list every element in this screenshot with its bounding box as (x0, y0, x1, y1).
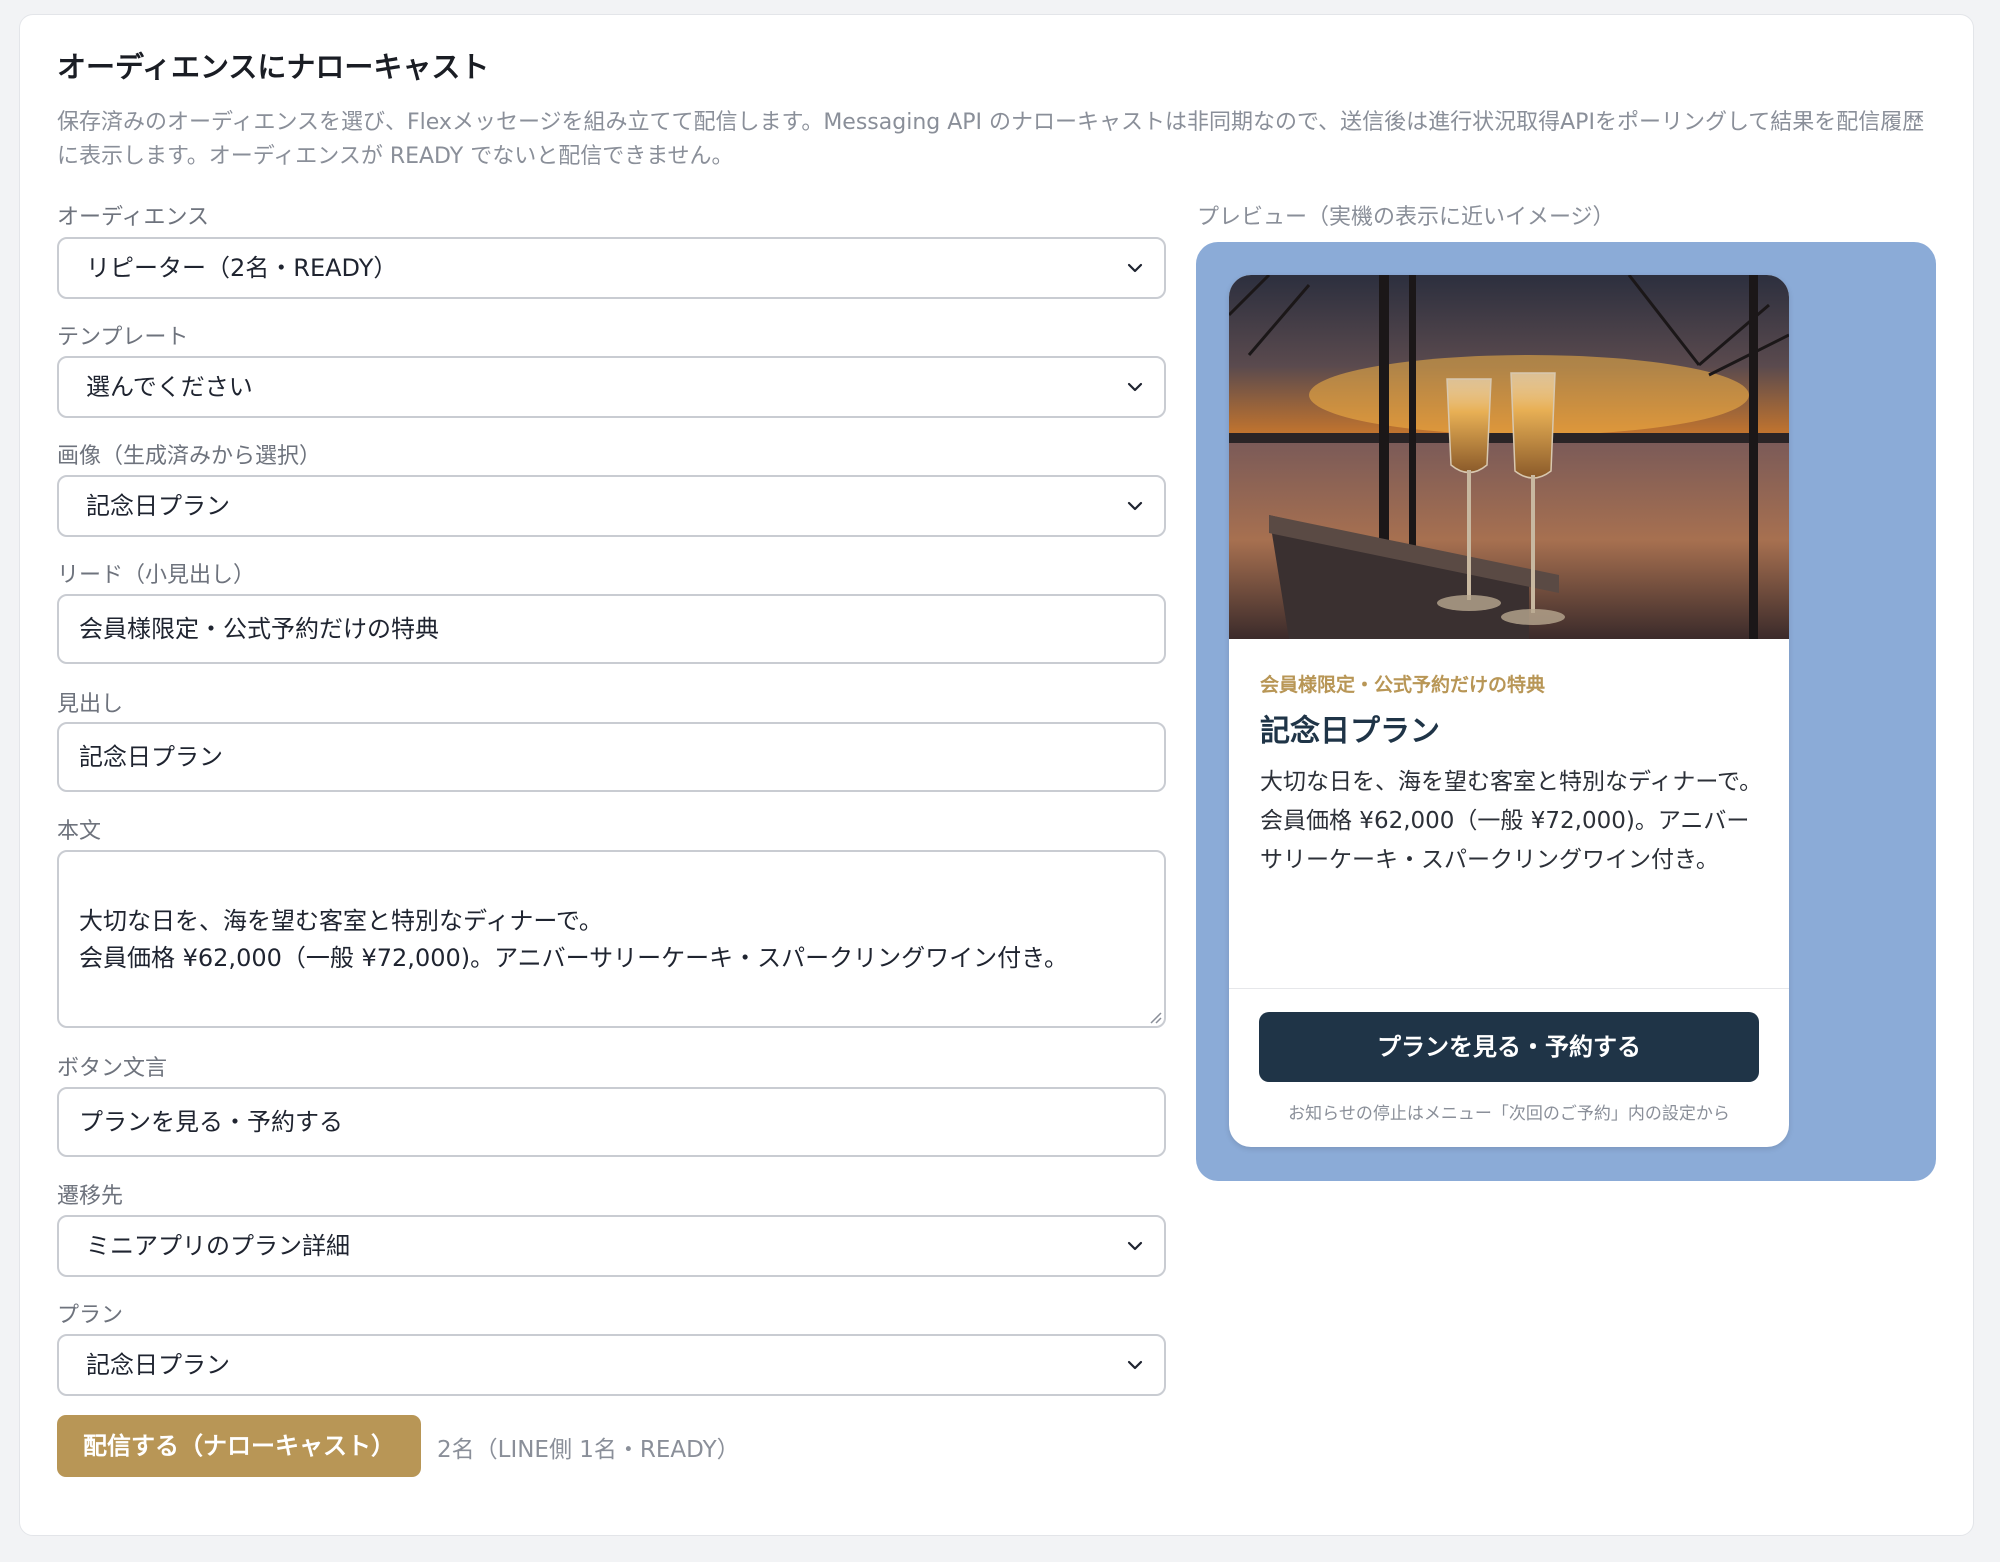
button-text-input[interactable]: プランを見る・予約する (57, 1087, 1166, 1157)
chevron-down-icon (1127, 501, 1143, 511)
body-textarea[interactable]: 大切な日を、海を望む客室と特別なディナーで。 会員価格 ¥62,000（一般 ¥… (57, 850, 1166, 1028)
template-select[interactable]: 選んでください (57, 356, 1166, 418)
lead-input[interactable]: 会員様限定・公式予約だけの特典 (57, 594, 1166, 664)
destination-select[interactable]: ミニアプリのプラン詳細 (57, 1215, 1166, 1277)
send-narrowcast-button[interactable]: 配信する（ナローキャスト） (57, 1415, 421, 1477)
preview-label: プレビュー（実機の表示に近いイメージ） (1197, 205, 1615, 230)
preview-plan-button[interactable]: プランを見る・予約する (1259, 1012, 1759, 1082)
audience-label: オーディエンス (57, 205, 210, 230)
chevron-down-icon (1127, 1360, 1143, 1370)
audience-select[interactable]: リピーター（2名・READY） (57, 237, 1166, 299)
chevron-down-icon (1127, 382, 1143, 392)
destination-select-value: ミニアプリのプラン詳細 (86, 1232, 350, 1260)
preview-footer: お知らせの停止はメニュー「次回のご予約」内の設定から (1288, 1104, 1730, 1124)
page-title: オーディエンスにナローキャスト (57, 50, 490, 84)
hero-image (1229, 275, 1789, 639)
plan-select-value: 記念日プラン (86, 1351, 230, 1379)
destination-label: 遷移先 (57, 1184, 124, 1209)
image-select[interactable]: 記念日プラン (57, 475, 1166, 537)
plan-select[interactable]: 記念日プラン (57, 1334, 1166, 1396)
body-textarea-value: 大切な日を、海を望む客室と特別なディナーで。 会員価格 ¥62,000（一般 ¥… (79, 907, 1068, 972)
image-select-value: 記念日プラン (86, 492, 230, 520)
body-label: 本文 (57, 819, 102, 844)
chevron-down-icon (1127, 263, 1143, 273)
recipient-count: 2名（LINE側 1名・READY） (437, 1437, 740, 1463)
page-description: 保存済みのオーディエンスを選び、Flexメッセージを組み立てて配信します。Mes… (57, 110, 1925, 169)
preview-body: 大切な日を、海を望む客室と特別なディナーで。 会員価格 ¥62,000（一般 ¥… (1260, 769, 1763, 873)
template-label: テンプレート (57, 325, 189, 350)
audience-select-value: リピーター（2名・READY） (86, 254, 398, 282)
image-label: 画像（生成済みから選択） (57, 444, 322, 469)
button-text-label: ボタン文言 (57, 1056, 168, 1081)
heading-label: 見出し (57, 692, 124, 717)
chevron-down-icon (1127, 1241, 1143, 1251)
plan-label: プラン (57, 1303, 124, 1328)
lead-label: リード（小見出し） (57, 563, 256, 588)
preview-lead: 会員様限定・公式予約だけの特典 (1260, 674, 1546, 696)
heading-input[interactable]: 記念日プラン (57, 722, 1166, 792)
preview-divider (1229, 988, 1789, 989)
template-select-value: 選んでください (86, 373, 253, 401)
preview-heading: 記念日プラン (1260, 714, 1440, 749)
flex-message-bubble: 会員様限定・公式予約だけの特典 記念日プラン 大切な日を、海を望む客室と特別なデ… (1229, 275, 1789, 1147)
resize-grip-icon[interactable] (1146, 1008, 1162, 1024)
